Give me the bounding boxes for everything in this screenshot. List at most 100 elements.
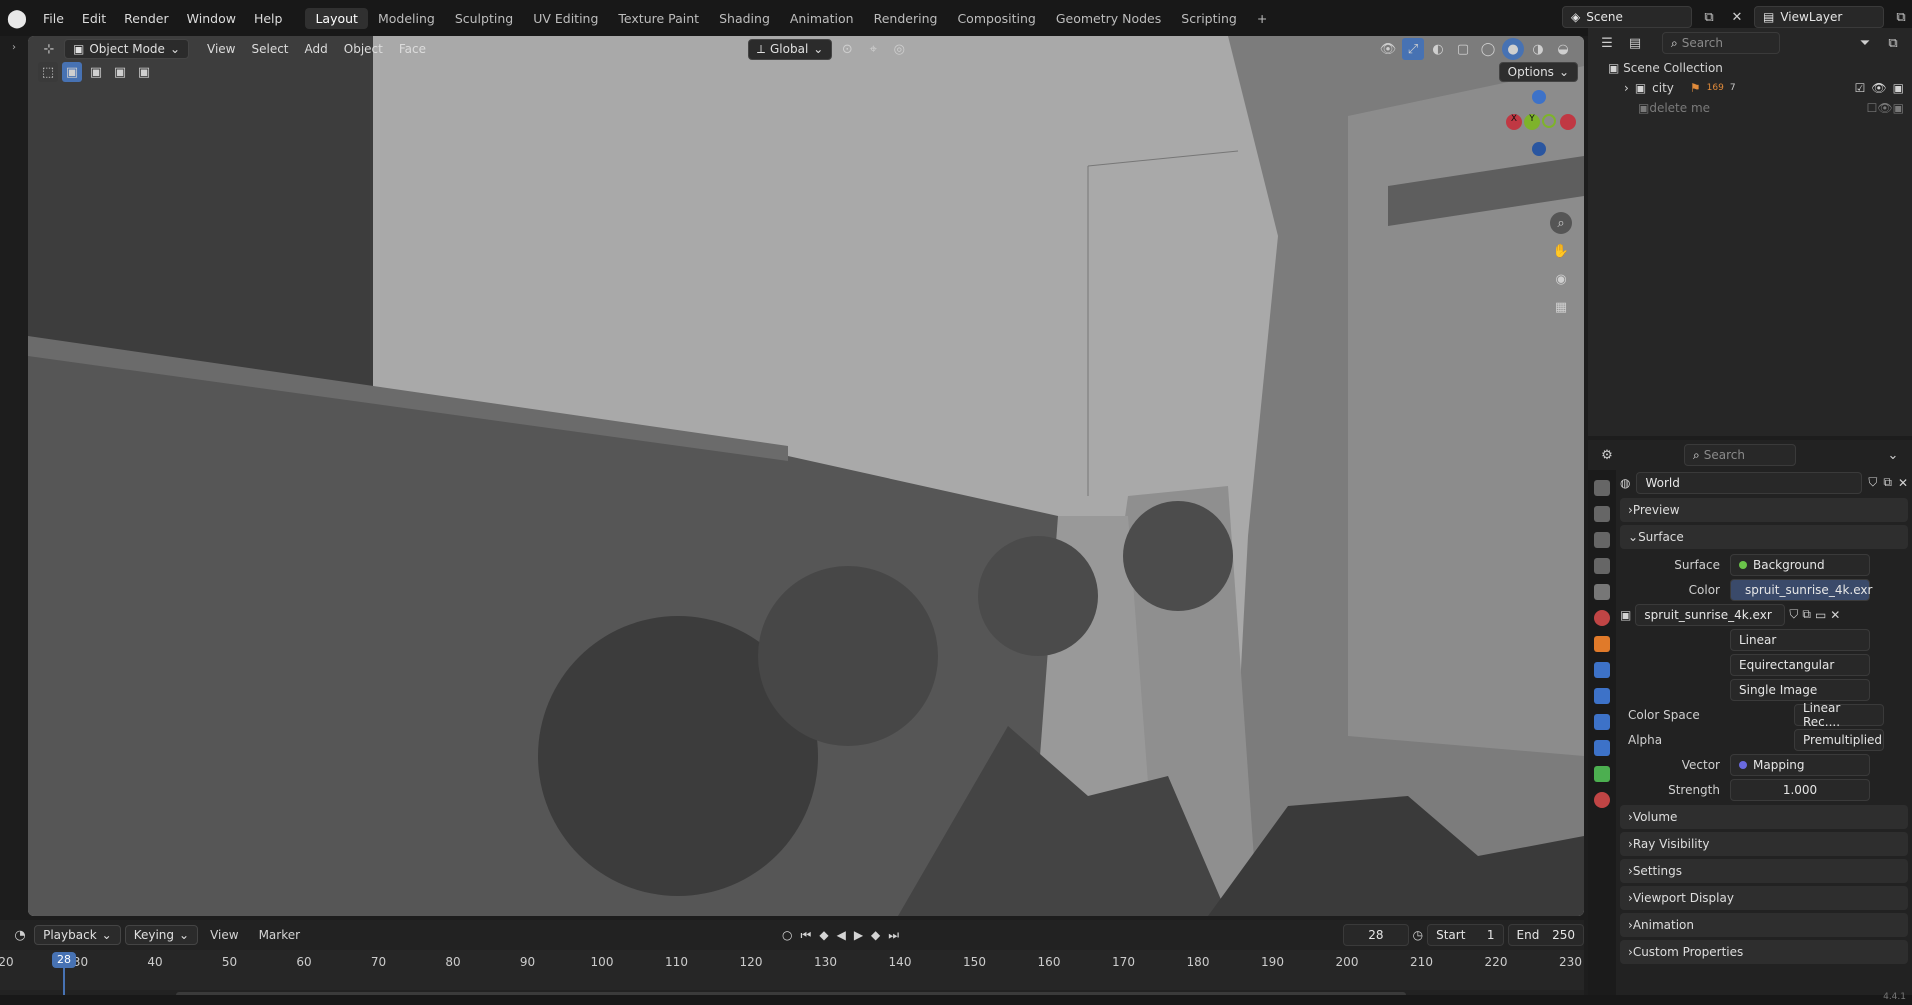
menu-help[interactable]: Help [245, 11, 292, 26]
unlink-icon[interactable]: ✕ [1898, 476, 1908, 490]
zoom-icon[interactable]: ⌕ [1550, 212, 1572, 234]
menu-render[interactable]: Render [115, 11, 178, 26]
unlink-icon[interactable]: ✕ [1830, 608, 1840, 622]
camera-icon[interactable]: ▣ [1893, 98, 1912, 118]
end-frame-field[interactable]: End 250 [1507, 924, 1584, 946]
checkbox-icon[interactable]: ☐ [1867, 98, 1878, 118]
scene-tab-icon[interactable] [1594, 584, 1610, 600]
tab-modeling[interactable]: Modeling [368, 8, 445, 29]
color-space-dropdown[interactable]: Linear Rec.... [1794, 701, 1884, 729]
constraints-tab-icon[interactable] [1594, 740, 1610, 756]
pivot-icon[interactable]: ⊙ [836, 38, 858, 60]
image-icon[interactable]: ▣ [1620, 608, 1631, 622]
display-mode-icon[interactable]: ▤ [1624, 32, 1646, 54]
wireframe-shading-icon[interactable]: ◯ [1477, 38, 1499, 60]
expand-toolbar-icon[interactable]: › [0, 42, 28, 53]
surface-shader-field[interactable]: Background [1730, 553, 1870, 576]
tab-sculpting[interactable]: Sculpting [445, 8, 523, 29]
menu-window[interactable]: Window [178, 11, 245, 26]
viewport-menu-face[interactable]: Face [391, 42, 434, 56]
filter-icon[interactable]: ⏷ [1854, 32, 1876, 54]
render-tab-icon[interactable] [1594, 506, 1610, 522]
options-dropdown[interactable]: Options ⌄ [1498, 62, 1578, 82]
outliner-editor-icon[interactable]: ☰ [1596, 32, 1618, 54]
viewport-scene[interactable] [28, 36, 1584, 916]
play-icon[interactable]: ▶ [854, 928, 863, 943]
new-view-layer-icon[interactable]: ⧉ [1890, 6, 1912, 28]
properties-search-input[interactable]: ⌕ Search [1684, 444, 1796, 466]
snap-icon[interactable]: ⌖ [862, 38, 884, 60]
alpha-dropdown[interactable]: Premultiplied [1794, 728, 1884, 751]
menu-file[interactable]: File [34, 11, 73, 26]
marker-menu[interactable]: Marker [251, 928, 308, 942]
properties-editor-icon[interactable]: ⚙ [1596, 444, 1618, 466]
keying-menu[interactable]: Keying ⌄ [124, 925, 199, 945]
fake-user-icon[interactable]: ⛉ [1789, 607, 1798, 622]
neg-x-axis-icon[interactable] [1560, 114, 1576, 130]
chevron-down-icon[interactable]: ⌄ [1882, 444, 1904, 466]
new-collection-icon[interactable]: ⧉ [1882, 32, 1904, 54]
prev-keyframe-icon[interactable]: ◆ [819, 928, 828, 943]
x-axis-icon[interactable]: X [1506, 114, 1522, 130]
frame-ruler[interactable]: 20 30 40 50 60 70 80 90 100 110 120 130 140 150 160 170… [0, 950, 1584, 998]
outliner-search-input[interactable]: ⌕ Search [1662, 32, 1780, 54]
duplicate-icon[interactable]: ⧉ [1883, 475, 1892, 490]
projection-dropdown[interactable]: Equirectangular [1730, 653, 1870, 676]
tab-geometry-nodes[interactable]: Geometry Nodes [1046, 8, 1171, 29]
fake-user-icon[interactable]: ⛉ [1868, 475, 1877, 490]
folder-icon[interactable]: ▭ [1815, 608, 1826, 622]
viewport-menu-add[interactable]: Add [297, 42, 336, 56]
vector-input-field[interactable]: Mapping [1730, 753, 1870, 776]
viewport-menu-object[interactable]: Object [336, 42, 391, 56]
preview-range-icon[interactable]: ◷ [1413, 928, 1423, 942]
proportional-edit-icon[interactable]: ◎ [888, 38, 910, 60]
outliner-row-delete-me[interactable]: ▣ delete me ☐ 👁 ▣ [1608, 98, 1912, 118]
select-tool-icon[interactable]: ⬚ [38, 62, 58, 82]
neg-y-axis-icon[interactable] [1542, 114, 1556, 128]
tab-scripting[interactable]: Scripting [1171, 8, 1247, 29]
3d-viewport[interactable]: ⊹ ▣ Object Mode ⌄ View Select Add Object F… [28, 36, 1584, 916]
material-tab-icon[interactable] [1594, 792, 1610, 808]
particles-tab-icon[interactable] [1594, 688, 1610, 704]
play-reverse-icon[interactable]: ◀ [837, 928, 846, 943]
panel-volume[interactable]: › Volume [1620, 805, 1908, 829]
visibility-icon[interactable]: 👁 [1377, 38, 1399, 60]
timeline-view-menu[interactable]: View [202, 928, 246, 942]
neg-z-axis-icon[interactable] [1532, 142, 1546, 156]
panel-viewport-display[interactable]: › Viewport Display [1620, 886, 1908, 910]
current-frame-field[interactable]: 28 [1343, 924, 1409, 946]
panel-ray-visibility[interactable]: › Ray Visibility [1620, 832, 1908, 856]
image-datablock[interactable]: spruit_sunrise_4k.exr [1635, 603, 1786, 626]
output-tab-icon[interactable] [1594, 532, 1610, 548]
eye-icon[interactable]: 👁 [1871, 78, 1886, 98]
timeline-editor-icon[interactable]: ◔ [10, 924, 30, 946]
tab-layout[interactable]: Layout [305, 7, 368, 29]
add-workspace-icon[interactable]: + [1247, 8, 1277, 29]
pan-hand-icon[interactable]: ✋ [1550, 240, 1572, 262]
modifier-tab-icon[interactable] [1594, 662, 1610, 678]
blender-logo-icon[interactable]: ⬤ [0, 8, 34, 29]
playback-menu[interactable]: Playback ⌄ [34, 925, 121, 945]
panel-surface[interactable]: ⌄ Surface [1620, 525, 1908, 549]
navigation-gizmo[interactable]: X Y [1494, 90, 1584, 200]
strength-field[interactable]: 1.000 [1730, 778, 1870, 801]
next-keyframe-icon[interactable]: ◆ [871, 928, 880, 943]
auto-keying-icon[interactable]: ○ [782, 928, 792, 943]
new-scene-icon[interactable]: ⧉ [1698, 6, 1720, 28]
panel-settings[interactable]: › Settings [1620, 859, 1908, 883]
world-datablock[interactable]: World [1636, 471, 1863, 494]
jump-start-icon[interactable]: ⏮ [801, 928, 812, 943]
transform-orientation-dropdown[interactable]: ⟂ Global ⌄ [747, 38, 833, 60]
editor-type-icon[interactable]: ⊹ [38, 38, 60, 60]
view-layer-tab-icon[interactable] [1594, 558, 1610, 574]
gizmo-toggle-icon[interactable]: ⤢ [1402, 38, 1424, 60]
tab-shading[interactable]: Shading [709, 8, 780, 29]
panel-animation[interactable]: › Animation [1620, 913, 1908, 937]
tab-compositing[interactable]: Compositing [947, 8, 1045, 29]
view-layer-selector[interactable]: ▤ ViewLayer [1754, 6, 1884, 28]
mode-dropdown[interactable]: ▣ Object Mode ⌄ [64, 39, 189, 59]
eye-icon[interactable]: 👁 [1877, 98, 1892, 118]
tab-texture-paint[interactable]: Texture Paint [608, 8, 709, 29]
overlay-icon[interactable]: ◐ [1427, 38, 1449, 60]
select-intersect-icon[interactable]: ▣ [134, 62, 154, 82]
